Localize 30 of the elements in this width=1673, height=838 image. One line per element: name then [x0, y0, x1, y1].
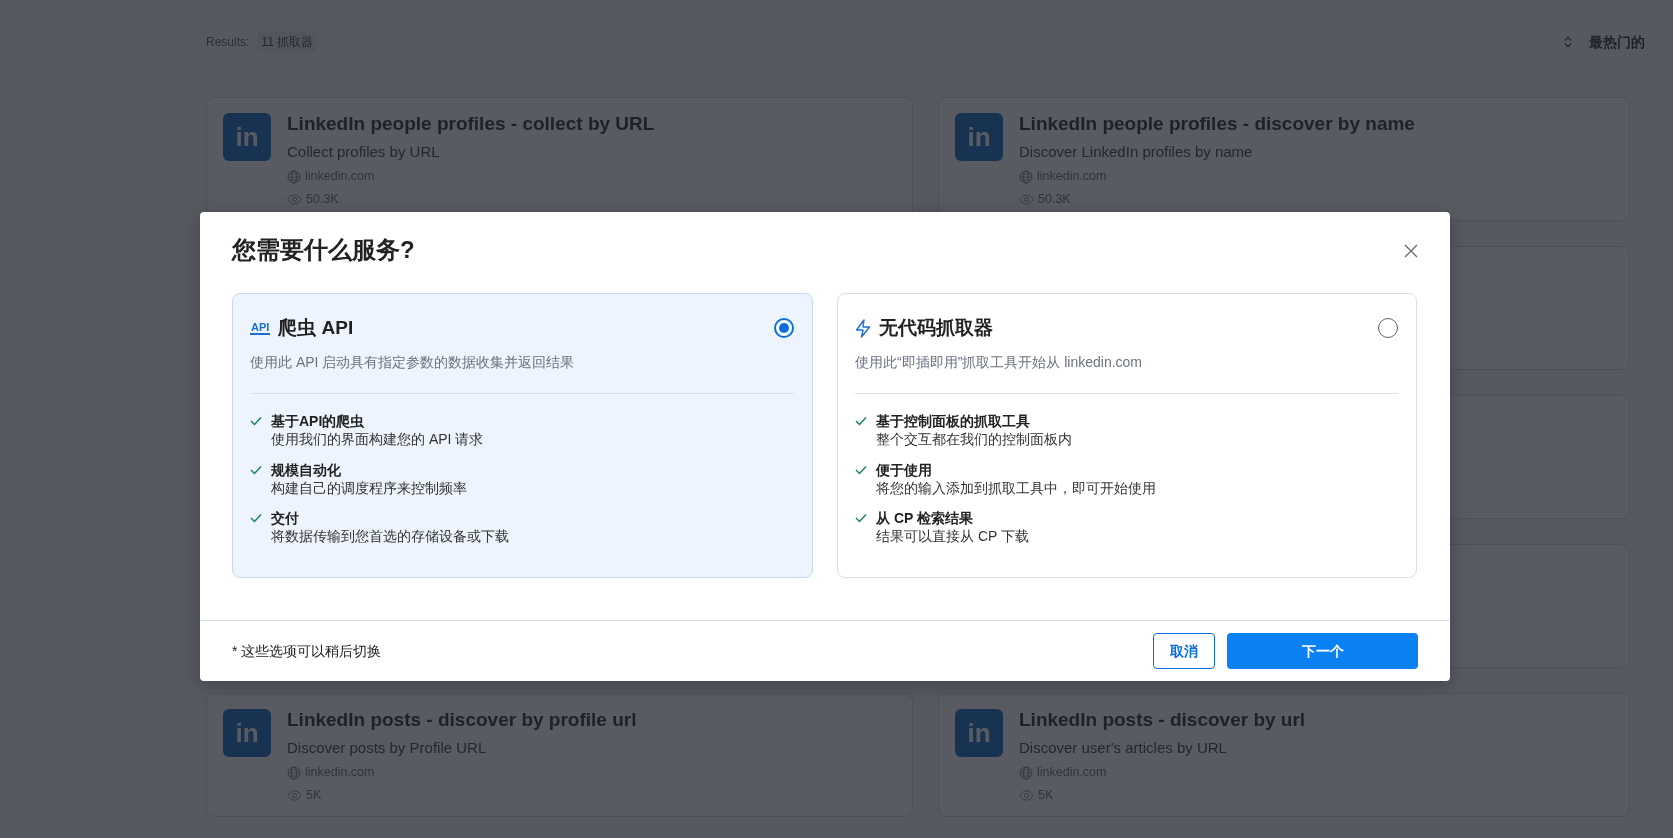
- feature-text: 使用我们的界面构建您的 API 请求: [271, 430, 484, 449]
- close-icon[interactable]: [1404, 244, 1418, 258]
- radio-button[interactable]: [774, 318, 794, 339]
- dialog-title: 您需要什么服务?: [232, 236, 415, 265]
- feature-title: 基于API的爬虫: [271, 412, 366, 431]
- feature-title: 基于控制面板的抓取工具: [876, 412, 1031, 431]
- next-button[interactable]: 下一个: [1227, 633, 1418, 670]
- cancel-button[interactable]: 取消: [1153, 633, 1215, 670]
- feature-text: 构建自己的调度程序来控制频率: [271, 478, 467, 498]
- lightning-icon: [855, 318, 871, 338]
- feature-title: 从 CP 检索结果: [876, 509, 974, 528]
- feature-text: 结果可以直接从 CP 下载: [876, 527, 1029, 546]
- radio-button[interactable]: [1378, 318, 1398, 339]
- option-description: 使用此“即插即用”抓取工具开始从 linkedin.com: [855, 353, 1144, 373]
- card-title: LinkedIn people profiles - discover by name: [1019, 113, 1415, 136]
- option-title: 无代码抓取器: [879, 315, 993, 340]
- option-card[interactable]: API 爬虫 API 使用此 API 启动具有指定参数的数据收集并返回结果 基于API的爬虫 使用我们的界面构建您的 API 请求 规模自动化 构建自己的调度程序来控制频率 交付 将数据传输到您首选的存储设备或下载: [232, 292, 813, 579]
- feature-text: 整个交互都在我们的控制面板内: [876, 430, 1072, 449]
- card-title: LinkedIn posts - discover by url: [1019, 709, 1306, 732]
- feature-title: 便于使用: [876, 460, 933, 479]
- card-title: LinkedIn posts - discover by profile url: [287, 709, 637, 732]
- feature-title: 规模自动化: [271, 460, 342, 479]
- card-title: LinkedIn people profiles - collect by URL: [287, 113, 655, 136]
- option-description: 使用此 API 启动具有指定参数的数据收集并返回结果: [250, 353, 576, 373]
- feature-text: 将数据传输到您首选的存储设备或下载: [271, 527, 509, 546]
- feature-text: 将您的输入添加到抓取工具中，即可开始使用: [876, 478, 1156, 498]
- footnote: * 这些选项可以稍后切换: [232, 641, 382, 661]
- option-title: 爬虫 API: [278, 315, 354, 340]
- feature-title: 交付: [271, 509, 300, 528]
- option-card[interactable]: 无代码抓取器 使用此“即插即用”抓取工具开始从 linkedin.com 基于控制面板的抓取工具 整个交互都在我们的控制面板内 便于使用 将您的输入添加到抓取工具中，即可开始使用 从 CP 检索结果 结果可以直接从 CP 下载: [837, 292, 1417, 579]
